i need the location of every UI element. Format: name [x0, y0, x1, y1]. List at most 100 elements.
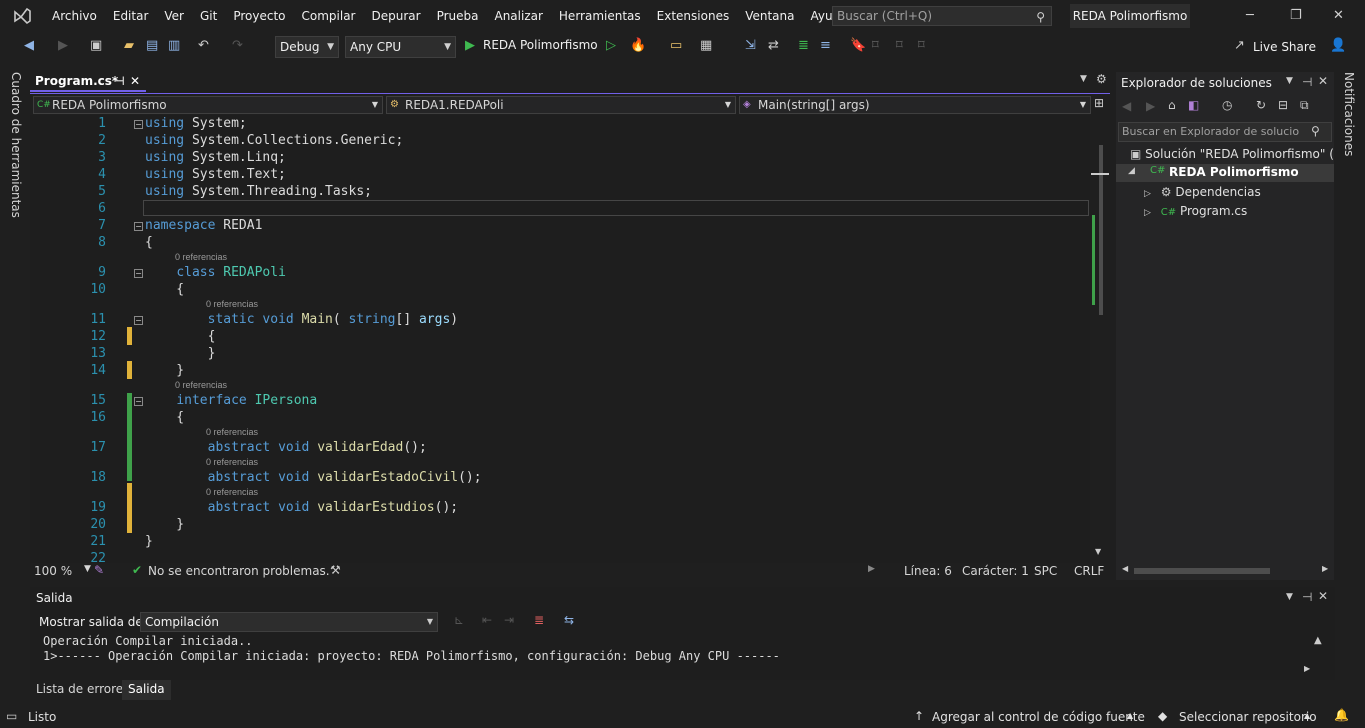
global-search-input[interactable]: Buscar (Ctrl+Q) ⚲: [832, 6, 1052, 26]
switch-views-icon[interactable]: ◧: [1188, 98, 1199, 112]
add-source-control-button[interactable]: Agregar al control de código fuente: [932, 710, 1145, 724]
platform-select[interactable]: Any CPU ▼: [345, 36, 456, 58]
start-without-debug-icon[interactable]: ▷: [606, 38, 616, 53]
compare-icon[interactable]: ⇄: [768, 38, 779, 53]
save-icon[interactable]: ▤: [146, 38, 158, 53]
project-dropdown[interactable]: C# REDA Polimorfismo ▼: [33, 96, 383, 114]
minimize-icon[interactable]: ─: [1246, 8, 1254, 23]
references-codelens[interactable]: 0 referencias: [206, 487, 258, 497]
run-target-label[interactable]: REDA Polimorfismo: [483, 38, 598, 52]
indent-icon[interactable]: ≣: [798, 38, 809, 53]
member-dropdown[interactable]: ◈ Main(string[] args) ▼: [739, 96, 1091, 114]
collapse-icon[interactable]: −: [134, 397, 143, 406]
account-icon[interactable]: 👤: [1330, 38, 1346, 53]
prev-message-icon[interactable]: ⇤: [482, 613, 492, 627]
live-share-label[interactable]: Live Share: [1253, 40, 1316, 54]
toolbox-side-tab[interactable]: Cuadro de herramientas: [9, 72, 23, 218]
pin-icon[interactable]: ⊣: [1302, 590, 1312, 604]
menu-prueba[interactable]: Prueba: [429, 0, 487, 32]
save-all-icon[interactable]: ▥: [168, 38, 180, 53]
tree-dependencies-node[interactable]: ▷ ⚙ Dependencias: [1144, 185, 1261, 199]
references-codelens[interactable]: 0 referencias: [206, 299, 258, 309]
live-share-icon[interactable]: ↗: [1234, 38, 1245, 53]
expand-icon[interactable]: ◢: [1128, 166, 1135, 176]
references-codelens[interactable]: 0 referencias: [206, 427, 258, 437]
forward-icon[interactable]: ▶: [1146, 99, 1155, 113]
char-indicator[interactable]: Carácter: 1: [962, 564, 1029, 578]
menu-extensiones[interactable]: Extensiones: [649, 0, 738, 32]
start-debug-icon[interactable]: ▶: [465, 38, 475, 53]
scroll-up-icon[interactable]: ▲: [1314, 635, 1322, 646]
menu-proyecto[interactable]: Proyecto: [225, 0, 293, 32]
show-all-icon[interactable]: ⧉: [1300, 98, 1309, 113]
spacing-indicator[interactable]: SPC: [1034, 564, 1057, 578]
output-source-select[interactable]: Compilación ▼: [140, 612, 438, 632]
collapse-all-icon[interactable]: ⊟: [1278, 98, 1288, 112]
expand-icon[interactable]: ▷: [1144, 208, 1151, 218]
menu-ver[interactable]: Ver: [156, 0, 192, 32]
next-message-icon[interactable]: ⇥: [504, 613, 514, 627]
scrollbar-thumb[interactable]: [1134, 568, 1270, 574]
config-select[interactable]: Debug ▼: [275, 36, 339, 58]
scroll-down-icon[interactable]: ▼: [1095, 547, 1101, 556]
line-ending-indicator[interactable]: CRLF: [1074, 564, 1104, 578]
menu-herramientas[interactable]: Herramientas: [551, 0, 649, 32]
history-icon[interactable]: ◷: [1222, 98, 1232, 112]
solution-horizontal-scrollbar[interactable]: ◀ ▶: [1118, 564, 1332, 578]
home-icon[interactable]: ⌂: [1168, 98, 1176, 112]
step-icon[interactable]: ⇲: [745, 38, 756, 53]
tree-file-node[interactable]: ▷ C# Program.cs: [1144, 204, 1247, 218]
tab-error-list[interactable]: Lista de errores: [30, 680, 135, 700]
problems-status[interactable]: No se encontraron problemas.: [148, 564, 330, 578]
next-bookmark-icon[interactable]: ⌑: [896, 38, 903, 53]
scroll-right-icon[interactable]: ▶: [1322, 564, 1328, 573]
select-repository-button[interactable]: Seleccionar repositorio: [1179, 710, 1317, 724]
undo-icon[interactable]: ↶: [198, 38, 209, 53]
collapse-icon[interactable]: −: [134, 120, 143, 129]
chevron-down-icon[interactable]: ▼: [1286, 76, 1293, 86]
scroll-left-icon[interactable]: ▶: [868, 564, 875, 574]
menu-depurar[interactable]: Depurar: [363, 0, 428, 32]
split-icon[interactable]: ⊞: [1094, 96, 1104, 110]
close-icon[interactable]: ✕: [1318, 74, 1328, 88]
browse-folder-icon[interactable]: ▭: [670, 38, 682, 53]
zoom-level[interactable]: 100 %: [34, 564, 72, 578]
class-dropdown[interactable]: ⚙ REDA1.REDAPoli ▼: [386, 96, 736, 114]
menu-git[interactable]: Git: [192, 0, 225, 32]
collapse-icon[interactable]: −: [134, 222, 143, 231]
open-folder-icon[interactable]: ▰: [124, 38, 134, 53]
layout-icon[interactable]: ▦: [700, 38, 712, 53]
redo-icon[interactable]: ↷: [232, 38, 243, 53]
references-codelens[interactable]: 0 referencias: [175, 252, 227, 262]
scroll-left-icon[interactable]: ◀: [1122, 564, 1128, 573]
prev-bookmark-icon[interactable]: ⌑: [872, 38, 879, 53]
chevron-down-icon[interactable]: ▼: [84, 564, 91, 574]
tab-overflow-icon[interactable]: ▼: [1080, 74, 1087, 84]
collapse-icon[interactable]: −: [134, 316, 143, 325]
find-message-icon[interactable]: ⊾: [454, 613, 464, 627]
visual-studio-logo-icon[interactable]: [0, 0, 44, 32]
hot-reload-icon[interactable]: 🔥: [630, 38, 646, 53]
refresh-icon[interactable]: ↻: [1256, 98, 1266, 112]
close-window-icon[interactable]: ✕: [1333, 8, 1344, 23]
solution-search-input[interactable]: Buscar en Explorador de soluciones ⚲: [1118, 122, 1332, 142]
scroll-right-icon[interactable]: ▶: [1304, 664, 1310, 673]
back-icon[interactable]: ◀: [1122, 99, 1131, 113]
menu-compilar[interactable]: Compilar: [294, 0, 364, 32]
collapse-icon[interactable]: −: [134, 269, 143, 278]
references-codelens[interactable]: 0 referencias: [206, 457, 258, 467]
forward-icon[interactable]: ▶: [58, 38, 68, 53]
outdent-icon[interactable]: ≡: [820, 38, 831, 53]
clear-bookmark-icon[interactable]: ⌑: [918, 38, 925, 53]
editor-vertical-scrollbar[interactable]: ▼: [1090, 115, 1110, 563]
tab-program-cs[interactable]: Program.cs* ⊣ ✕: [30, 72, 146, 92]
line-indicator[interactable]: Línea: 6: [904, 564, 952, 578]
new-project-icon[interactable]: ▣: [90, 38, 102, 53]
scrollbar-thumb[interactable]: [1099, 145, 1103, 315]
cleanup-icon[interactable]: ⚒: [330, 563, 341, 577]
tree-solution-node[interactable]: ▣ Solución "REDA Polimorfismo" (1 d: [1130, 147, 1334, 161]
menu-analizar[interactable]: Analizar: [486, 0, 550, 32]
tab-output[interactable]: Salida: [122, 680, 171, 700]
menu-ventana[interactable]: Ventana: [737, 0, 802, 32]
clear-all-icon[interactable]: ≣: [534, 613, 544, 627]
